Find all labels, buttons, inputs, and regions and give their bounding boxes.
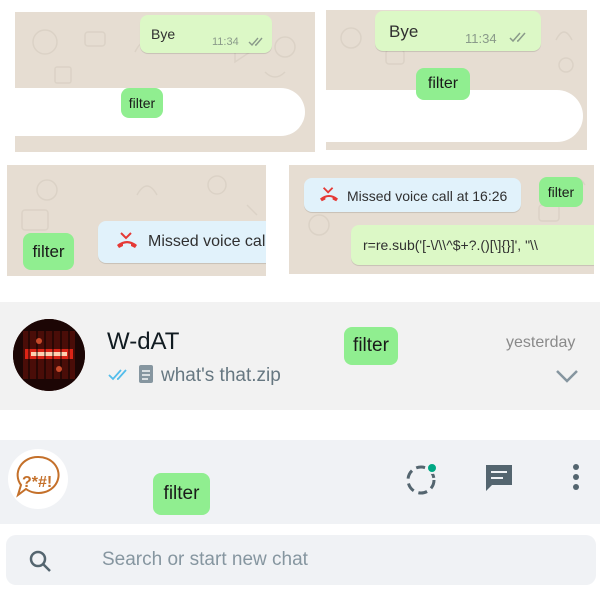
- filter-label: filter: [128, 95, 156, 111]
- chevron-down-icon[interactable]: [554, 368, 580, 384]
- code-message-text: r=re.sub('[-\/\\^$+?.()[\]{}]', "\\: [363, 237, 538, 253]
- filter-highlight: filter: [23, 233, 74, 270]
- app-header: ?*#! filter: [0, 440, 600, 524]
- message-text: Bye: [389, 22, 419, 41]
- chat-list-row[interactable]: W-dAT what's that.zip filter yesterday: [0, 302, 600, 410]
- chat-panel-3: filter Missed voice call: [7, 165, 266, 276]
- filter-highlight: filter: [121, 88, 163, 118]
- chat-name: W-dAT: [107, 328, 180, 355]
- search-placeholder: Search or start new chat: [102, 549, 308, 570]
- last-message-preview: what's that.zip: [161, 365, 281, 386]
- chat-panel-1: Bye 11:34 filter: [15, 12, 315, 152]
- filter-label: filter: [32, 241, 65, 261]
- read-ticks-icon: [248, 37, 263, 47]
- filter-highlight: filter: [153, 473, 210, 515]
- search-bar-area: Search or start new chat: [0, 524, 600, 600]
- missed-call-text: Missed voice call at 16:26: [347, 188, 508, 204]
- search-icon: [29, 550, 51, 572]
- avatar-image: [13, 319, 85, 391]
- status-icon[interactable]: [402, 460, 442, 500]
- read-ticks-icon: [509, 32, 526, 43]
- missed-call-bubble: Missed voice call: [98, 221, 266, 263]
- filter-highlight: filter: [416, 68, 470, 100]
- missed-call-icon: [117, 232, 137, 248]
- outgoing-message-bubble: Bye 11:34: [140, 15, 272, 53]
- read-ticks-icon: [108, 369, 127, 381]
- search-input[interactable]: Search or start new chat: [6, 535, 596, 585]
- profile-avatar[interactable]: ?*#!: [8, 449, 68, 509]
- document-icon: [139, 365, 153, 383]
- chat-time: yesterday: [506, 334, 576, 351]
- chat-panel-2: Bye 11:34 filter: [326, 10, 587, 150]
- filter-label: filter: [547, 184, 575, 200]
- missed-call-icon: [320, 187, 338, 202]
- code-message-bubble: r=re.sub('[-\/\\^$+?.()[\]{}]', "\\: [351, 225, 594, 265]
- message-text: Bye: [151, 26, 176, 42]
- filter-highlight: filter: [539, 177, 583, 207]
- avatar[interactable]: [13, 319, 85, 391]
- filter-label: filter: [427, 75, 459, 92]
- message-time: 11:34: [465, 31, 497, 46]
- menu-icon[interactable]: [568, 462, 584, 492]
- filter-label: filter: [163, 483, 200, 504]
- chat-logo-icon: ?*#!: [16, 455, 60, 498]
- outgoing-message-bubble: Bye 11:34: [375, 11, 541, 51]
- missed-call-bubble: Missed voice call at 16:26: [304, 178, 521, 212]
- message-time: 11:34: [212, 36, 239, 48]
- new-chat-icon[interactable]: [483, 462, 515, 494]
- svg-text:?*#!: ?*#!: [22, 474, 52, 491]
- filter-label: filter: [353, 335, 389, 356]
- chat-panel-4: Missed voice call at 16:26 filter r=re.s…: [289, 165, 594, 274]
- missed-call-text: Missed voice call: [148, 233, 266, 250]
- filter-highlight: filter: [344, 327, 398, 365]
